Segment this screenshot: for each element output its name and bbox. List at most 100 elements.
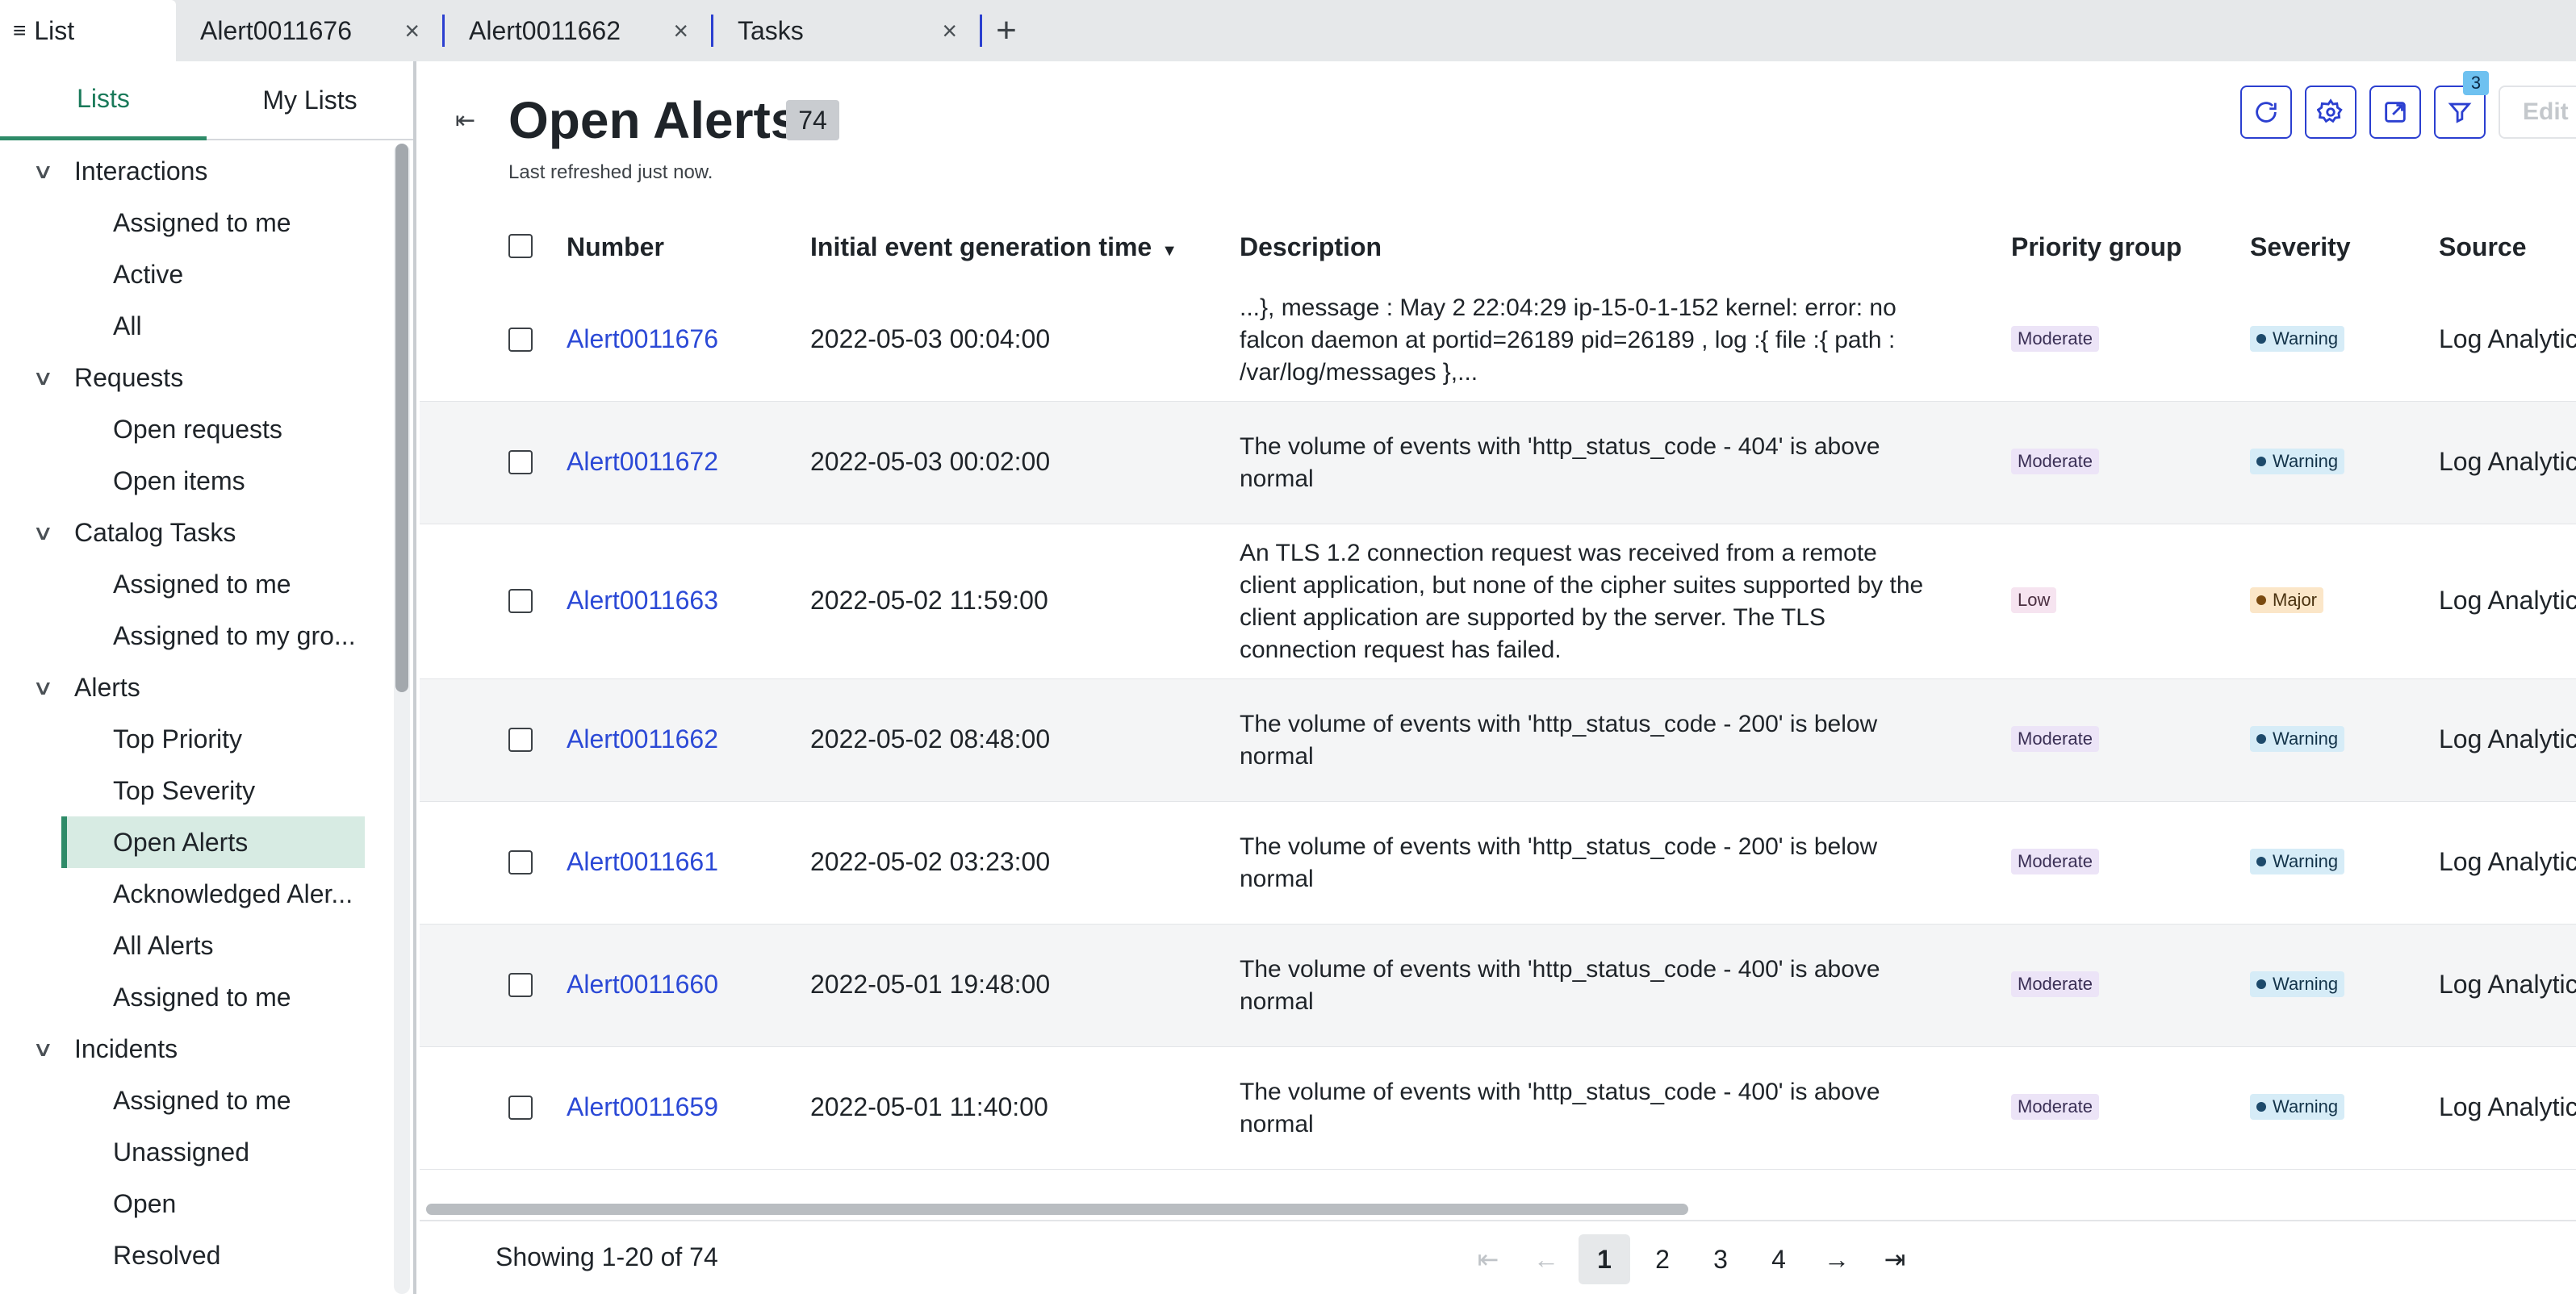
- filter-button[interactable]: 3: [2434, 71, 2489, 139]
- table-row[interactable]: Alert0011676 2022-05-03 00:04:00 ...}, m…: [420, 279, 2576, 402]
- table-row[interactable]: Alert0011663 2022-05-02 11:59:00 An TLS …: [420, 524, 2576, 679]
- sidebar-item[interactable]: Acknowledged Aler...: [0, 868, 365, 920]
- tab-my-lists[interactable]: My Lists: [207, 61, 413, 140]
- tab-tasks[interactable]: Tasks ×: [713, 0, 980, 61]
- page-button[interactable]: 2: [1637, 1234, 1688, 1284]
- refresh-button[interactable]: [2240, 86, 2292, 139]
- column-header-priority-group[interactable]: Priority group: [2011, 232, 2182, 262]
- status-dot-icon: [2256, 457, 2266, 466]
- edit-button[interactable]: Edit: [2499, 86, 2576, 139]
- severity-badge: Warning: [2250, 449, 2345, 474]
- alert-number-link[interactable]: Alert0011659: [567, 1092, 718, 1122]
- column-header-number[interactable]: Number: [567, 232, 664, 262]
- record-count-badge: 74: [786, 100, 839, 140]
- sidebar-item[interactable]: Assigned to my gro...: [0, 610, 365, 662]
- priority-badge: Moderate: [2011, 1094, 2099, 1120]
- page-button-current[interactable]: 1: [1579, 1234, 1630, 1284]
- sidebar-item[interactable]: Assigned to me: [0, 1075, 365, 1126]
- horizontal-scrollbar[interactable]: [426, 1204, 2576, 1215]
- sidebar-item[interactable]: Open items: [0, 455, 365, 507]
- last-page-icon[interactable]: ⇥: [1869, 1234, 1921, 1284]
- table-row[interactable]: Alert0011661 2022-05-02 03:23:00 The vol…: [420, 802, 2576, 925]
- sidebar-item[interactable]: Resolved: [0, 1229, 365, 1281]
- previous-page-icon[interactable]: ←: [1520, 1234, 1572, 1284]
- sidebar-item[interactable]: All: [0, 300, 365, 352]
- column-header-severity[interactable]: Severity: [2250, 232, 2351, 262]
- column-header-description[interactable]: Description: [1240, 232, 1382, 262]
- column-header-source[interactable]: Source: [2439, 232, 2526, 262]
- sidebar-item[interactable]: Active: [0, 248, 365, 300]
- sidebar-item[interactable]: Assigned to me: [0, 197, 365, 248]
- tab-lists[interactable]: Lists: [0, 61, 207, 140]
- sidebar-group-interactions[interactable]: ∨ Interactions: [0, 145, 391, 197]
- status-dot-icon: [2256, 734, 2266, 744]
- sidebar-item[interactable]: Assigned to me: [0, 558, 365, 610]
- collapse-sidebar-icon[interactable]: ⇤: [455, 106, 475, 135]
- source-text: Log Analytics: [2439, 324, 2576, 353]
- sidebar-item-selected[interactable]: Open Alerts: [61, 816, 365, 868]
- filter-count-badge: 3: [2463, 71, 2489, 95]
- alert-description: The volume of events with 'http_status_c…: [1240, 956, 1880, 1015]
- table-row[interactable]: Alert0011662 2022-05-02 08:48:00 The vol…: [420, 679, 2576, 802]
- alert-number-link[interactable]: Alert0011660: [567, 970, 718, 1000]
- event-time: 2022-05-03 00:04:00: [810, 324, 1051, 353]
- alert-number-link[interactable]: Alert0011661: [567, 847, 718, 877]
- severity-cell: Warning: [2250, 726, 2345, 752]
- row-checkbox[interactable]: [508, 450, 533, 474]
- table-row[interactable]: Alert0011660 2022-05-01 19:48:00 The vol…: [420, 925, 2576, 1047]
- add-tab-button[interactable]: +: [982, 0, 1031, 61]
- severity-badge: Major: [2250, 587, 2324, 613]
- sidebar-item[interactable]: Top Severity: [0, 765, 365, 816]
- table-row[interactable]: Alert0011659 2022-05-01 11:40:00 The vol…: [420, 1047, 2576, 1170]
- sidebar-group-incidents[interactable]: ∨ Incidents: [0, 1023, 391, 1075]
- column-header-time[interactable]: Initial event generation time ▼: [810, 232, 1177, 262]
- row-checkbox[interactable]: [508, 728, 533, 752]
- source-text: Log Analytics: [2439, 847, 2576, 876]
- close-icon[interactable]: ×: [942, 16, 957, 46]
- alert-number-link[interactable]: Alert0011663: [567, 586, 718, 616]
- sidebar-group-catalog-tasks[interactable]: ∨ Catalog Tasks: [0, 507, 391, 558]
- alert-number-link[interactable]: Alert0011662: [567, 724, 718, 754]
- alert-number-link[interactable]: Alert0011676: [567, 324, 718, 354]
- alert-number-link[interactable]: Alert0011672: [567, 447, 718, 477]
- sidebar-group-requests[interactable]: ∨ Requests: [0, 352, 391, 403]
- page-button[interactable]: 3: [1695, 1234, 1746, 1284]
- row-checkbox[interactable]: [508, 973, 533, 997]
- sidebar-item[interactable]: Open requests: [0, 403, 365, 455]
- row-checkbox[interactable]: [508, 328, 533, 352]
- row-checkbox[interactable]: [508, 850, 533, 874]
- priority-cell: Moderate: [2011, 326, 2099, 352]
- sidebar-item[interactable]: All Alerts: [0, 920, 365, 971]
- scrollbar-thumb[interactable]: [426, 1204, 1688, 1215]
- row-checkbox[interactable]: [508, 1096, 533, 1120]
- sidebar-item[interactable]: Top Priority: [0, 713, 365, 765]
- chevron-down-icon: ∨: [32, 158, 54, 183]
- tab-record-alert0011676[interactable]: Alert0011676 ×: [176, 0, 442, 61]
- sidebar-item[interactable]: Assigned to me: [0, 971, 365, 1023]
- close-icon[interactable]: ×: [404, 16, 420, 46]
- select-all-checkbox[interactable]: [508, 234, 533, 258]
- sidebar-item[interactable]: Open: [0, 1178, 365, 1229]
- close-icon[interactable]: ×: [673, 16, 688, 46]
- next-page-icon[interactable]: →: [1811, 1234, 1863, 1284]
- first-page-icon[interactable]: ⇤: [1462, 1234, 1514, 1284]
- settings-button[interactable]: [2305, 86, 2356, 139]
- tab-list[interactable]: ≡ List: [0, 0, 176, 61]
- scrollbar-thumb[interactable]: [395, 144, 408, 692]
- tab-record-alert0011662[interactable]: Alert0011662 ×: [445, 0, 711, 61]
- sidebar-scrollbar[interactable]: [394, 144, 410, 1294]
- alerts-table: Number Initial event generation time ▼ De…: [420, 215, 2576, 1170]
- status-dot-icon: [2256, 595, 2266, 605]
- severity-badge: Warning: [2250, 1094, 2345, 1120]
- sidebar-group-alerts[interactable]: ∨ Alerts: [0, 662, 391, 713]
- sidebar-tree: ∨ Interactions Assigned to me Active All…: [0, 145, 391, 1281]
- page-button[interactable]: 4: [1753, 1234, 1804, 1284]
- export-button[interactable]: [2369, 86, 2421, 139]
- severity-label: Major: [2273, 590, 2318, 610]
- severity-cell: Major: [2250, 587, 2324, 613]
- tab-label: Tasks: [738, 15, 804, 45]
- source-text: Log Analytics: [2439, 970, 2576, 999]
- table-row[interactable]: Alert0011672 2022-05-03 00:02:00 The vol…: [420, 402, 2576, 524]
- row-checkbox[interactable]: [508, 589, 533, 613]
- sidebar-item[interactable]: Unassigned: [0, 1126, 365, 1178]
